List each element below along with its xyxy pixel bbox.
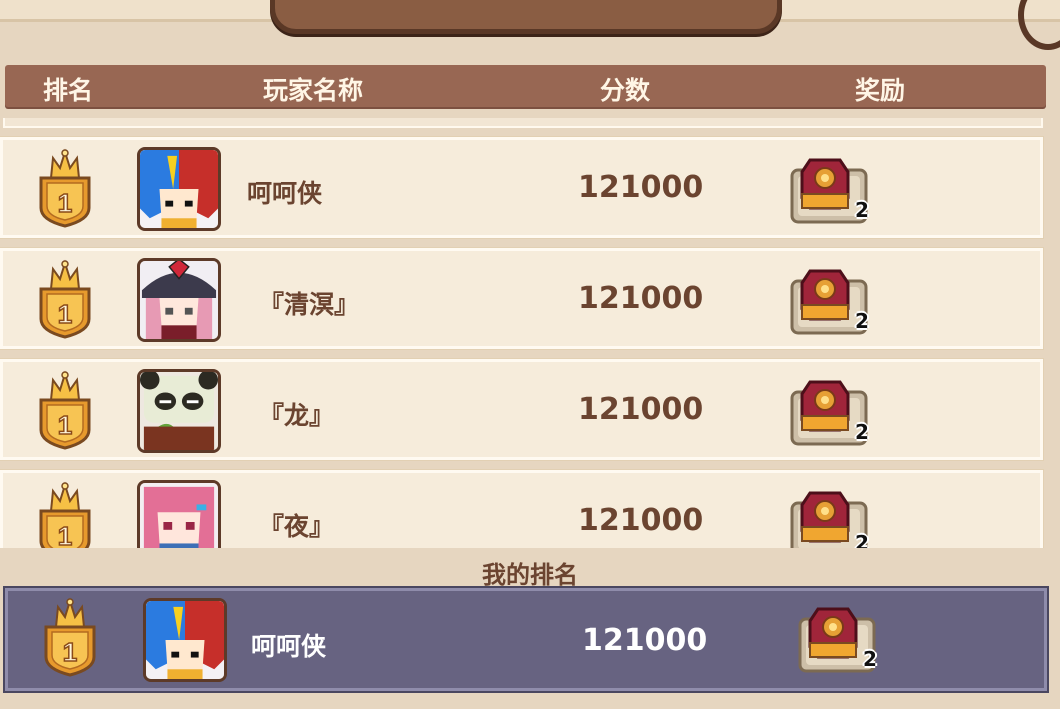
- reward-chest-icon[interactable]: 2: [788, 261, 878, 341]
- header-rank: 排名: [42, 76, 93, 105]
- my-rank-label: 我的排名: [0, 548, 1060, 589]
- avatar[interactable]: [143, 598, 227, 682]
- score: 121000: [582, 623, 708, 658]
- avatar[interactable]: [137, 258, 221, 342]
- title-plate: [270, 0, 782, 34]
- ranking-row: 呵呵侠 121000 2: [0, 136, 1044, 239]
- rank-medal-icon: [33, 259, 97, 339]
- score: 121000: [578, 170, 704, 205]
- reward-count: 2: [855, 420, 869, 444]
- avatar[interactable]: [137, 480, 221, 548]
- score: 121000: [578, 281, 704, 316]
- reward-count: 2: [855, 309, 869, 333]
- header-reward: 奖励: [854, 76, 905, 105]
- rank-medal-icon: [33, 481, 97, 548]
- player-name: 呵呵侠: [247, 179, 323, 208]
- my-ranking-row: 呵呵侠 121000 2: [3, 586, 1049, 693]
- table-header: 排名 玩家名称 分数 奖励: [5, 65, 1046, 107]
- reward-chest-icon[interactable]: 2: [788, 483, 878, 548]
- frame-corner-ornament: [1018, 0, 1060, 50]
- ranking-row: 『清溟』 121000 2: [0, 247, 1044, 350]
- reward-count: 2: [863, 647, 877, 671]
- ranking-row: 『龙』 121000 2: [0, 358, 1044, 461]
- list-divider: [3, 118, 1043, 128]
- reward-count: 2: [855, 531, 869, 548]
- header-score: 分数: [599, 76, 650, 105]
- rank-medal-icon: [33, 148, 97, 228]
- player-name: 『清溟』: [259, 290, 360, 319]
- reward-chest-icon[interactable]: 2: [788, 372, 878, 452]
- avatar[interactable]: [137, 147, 221, 231]
- player-name: 『夜』: [259, 512, 335, 541]
- player-name: 呵呵侠: [251, 632, 327, 661]
- reward-chest-icon[interactable]: 2: [796, 599, 886, 679]
- rank-medal-icon: [38, 597, 102, 677]
- ranking-row: 『夜』 121000 2: [0, 469, 1044, 548]
- score: 121000: [578, 392, 704, 427]
- score: 121000: [578, 503, 704, 538]
- header-player-name: 玩家名称: [262, 76, 363, 105]
- player-name: 『龙』: [259, 401, 335, 430]
- reward-count: 2: [855, 198, 869, 222]
- avatar[interactable]: [137, 369, 221, 453]
- ranking-list[interactable]: 呵呵侠 121000 2 『清溟』 121000 2 『龙』 121000 2 …: [0, 118, 1060, 548]
- reward-chest-icon[interactable]: 2: [788, 150, 878, 230]
- rank-medal-icon: [33, 370, 97, 450]
